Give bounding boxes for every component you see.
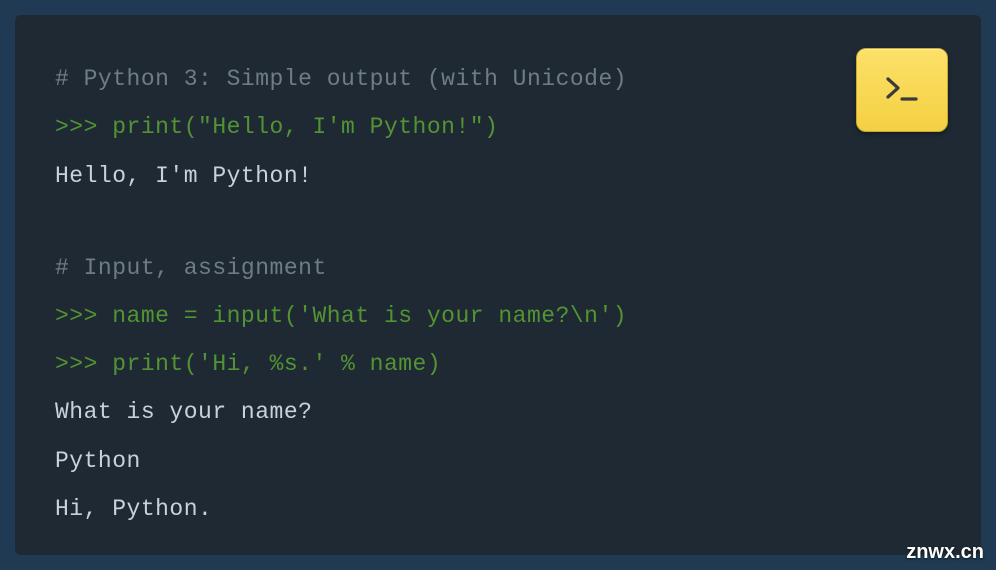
code-input-line: >>> print('Hi, %s.' % name)	[55, 340, 941, 388]
code-output-line: Python	[55, 437, 941, 485]
watermark: znwx.cn	[906, 541, 984, 564]
code-comment: # Python 3: Simple output (with Unicode)	[55, 55, 941, 103]
launch-shell-button[interactable]	[856, 48, 948, 132]
code-blank-line	[55, 200, 941, 244]
code-input-line: >>> print("Hello, I'm Python!")	[55, 103, 941, 151]
prompt-icon	[882, 75, 922, 105]
code-output-line: What is your name?	[55, 388, 941, 436]
code-panel: # Python 3: Simple output (with Unicode)…	[15, 15, 981, 555]
code-output-line: Hello, I'm Python!	[55, 152, 941, 200]
code-comment: # Input, assignment	[55, 244, 941, 292]
code-input-line: >>> name = input('What is your name?\n')	[55, 292, 941, 340]
code-output-line: Hi, Python.	[55, 485, 941, 533]
